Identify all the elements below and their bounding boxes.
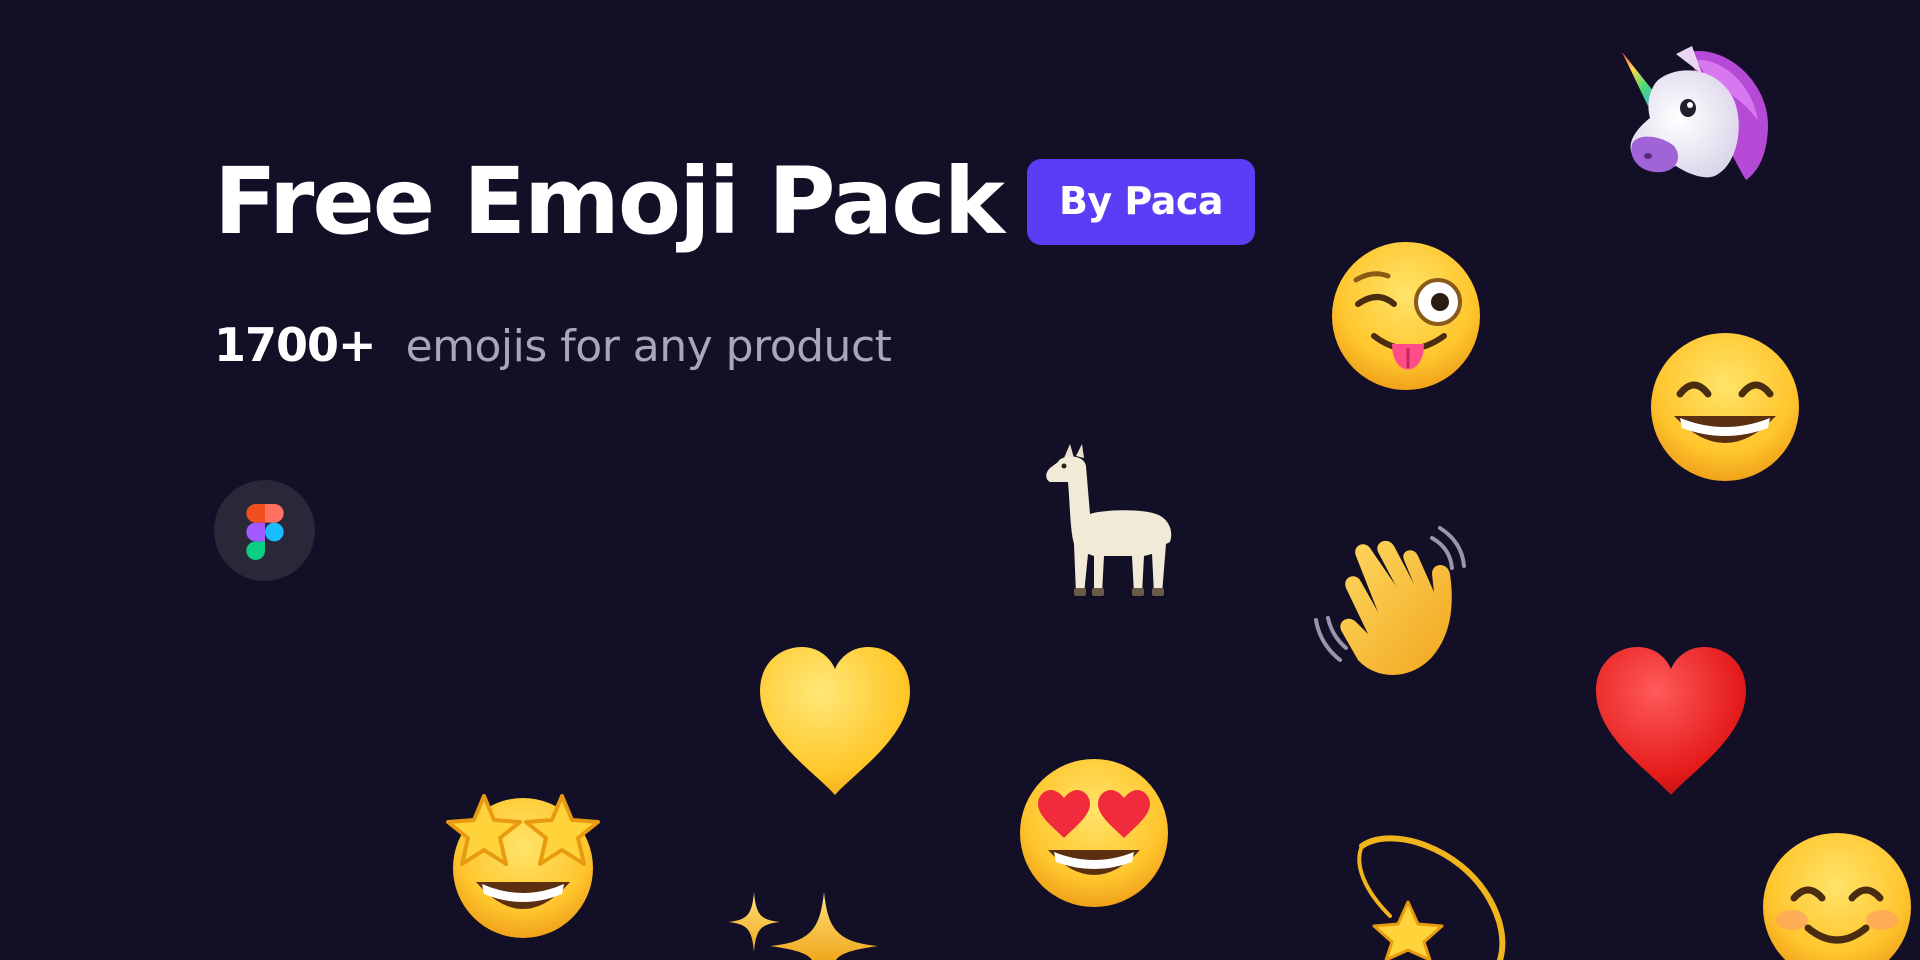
figma-link-button[interactable] (214, 480, 315, 581)
star-struck-icon (442, 790, 604, 940)
grinning-face-with-smiling-eyes-icon (1650, 332, 1800, 482)
emoji-count: 1700+ (214, 318, 377, 372)
yellow-heart-icon (756, 645, 914, 797)
author-badge[interactable]: By Paca (1026, 159, 1256, 245)
figma-icon (246, 504, 284, 560)
winking-face-with-tongue-icon (1330, 240, 1482, 395)
red-heart-icon (1592, 645, 1750, 797)
waving-hand-icon (1312, 522, 1480, 682)
llama-icon (1040, 444, 1175, 604)
unicorn-icon (1618, 44, 1773, 189)
page-title: Free Emoji Pack (214, 148, 1005, 255)
sparkles-icon (728, 888, 888, 960)
hero-header: Free Emoji Pack By Paca (214, 148, 1256, 255)
subtitle-text: emojis for any product (405, 321, 892, 372)
subtitle: 1700+ emojis for any product (214, 318, 892, 372)
smiling-face-with-smiling-eyes-icon (1762, 832, 1912, 960)
dizzy-icon (1350, 830, 1510, 960)
smiling-face-with-heart-eyes-icon (1018, 758, 1170, 908)
